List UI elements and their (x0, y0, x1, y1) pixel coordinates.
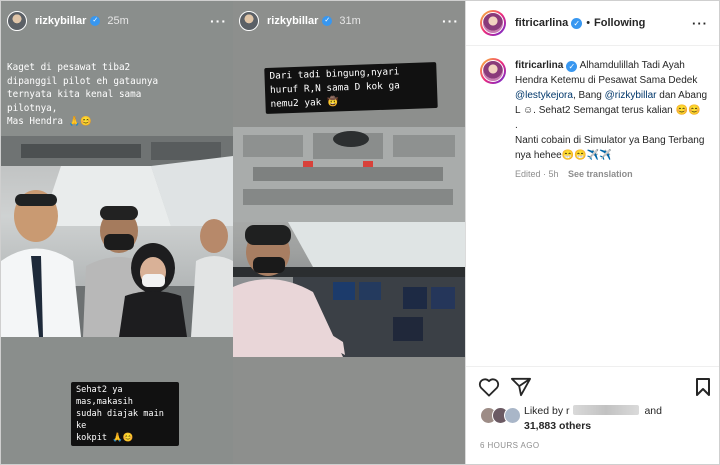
instagram-composite: rizkybillar ✓ 25m ··· Kaget di pesawat t… (0, 0, 720, 465)
cockpit-pilot-seat-photo (233, 127, 465, 357)
comment-text: Nanti cobain di Simulator ya Bang Terban… (515, 135, 705, 161)
liker-avatar (504, 407, 521, 424)
comment-text: . (515, 120, 518, 131)
story-right[interactable]: rizkybillar ✓ 31m ··· Dari tadi bingung,… (233, 1, 465, 464)
comment-text: , Bang (572, 90, 602, 101)
verified-badge-icon: ✓ (90, 16, 101, 26)
story-avatar[interactable] (239, 11, 259, 31)
comment-username[interactable]: fitricarlina (515, 60, 563, 71)
avatar-image (482, 12, 504, 34)
see-translation-link[interactable]: See translation (568, 169, 633, 179)
more-options-icon[interactable]: ··· (692, 16, 708, 31)
post-panel: fitricarlina ✓ • Following ··· fitricarl… (465, 1, 719, 464)
story-username[interactable]: rizkybillar (35, 15, 86, 27)
story-time: 31m (339, 15, 361, 27)
avatar-image (482, 60, 504, 82)
liked-by-label: Liked by (524, 405, 564, 417)
cockpit-photo-illustration (1, 136, 233, 337)
more-options-icon[interactable]: ··· (442, 13, 459, 29)
cockpit-panel-illustration (233, 127, 465, 357)
cockpit-selfie-photo (1, 136, 233, 337)
blurred-username (572, 405, 639, 415)
edited-timestamp: Edited · 5h (515, 169, 559, 179)
story-left[interactable]: rizkybillar ✓ 25m ··· Kaget di pesawat t… (1, 1, 233, 464)
more-options-icon[interactable]: ··· (210, 13, 227, 29)
action-bar (466, 366, 719, 407)
like-heart-icon[interactable] (478, 377, 500, 402)
comment-avatar[interactable] (480, 58, 506, 84)
save-bookmark-icon[interactable] (695, 377, 711, 402)
story-avatar[interactable] (7, 11, 27, 31)
comment-meta: Edited · 5h See translation (515, 167, 711, 182)
others-count[interactable]: 31,883 others (524, 420, 591, 432)
post-time-ago: 6 HOURS AGO (480, 441, 540, 450)
post-username[interactable]: fitricarlina (515, 17, 568, 29)
verified-badge-icon: ✓ (566, 61, 578, 72)
comment-body: fitricarlina ✓ Alhamdulillah Tadi Ayah He… (515, 58, 711, 182)
post-header: fitricarlina ✓ • Following ··· (466, 1, 719, 46)
profile-avatar[interactable] (480, 10, 506, 36)
following-button[interactable]: Following (594, 17, 645, 29)
story-time: 25m (107, 15, 129, 27)
mention-link[interactable]: @lestykejora (515, 90, 573, 101)
mention-link[interactable]: @rizkybillar (605, 90, 657, 101)
liker-avatars[interactable] (480, 404, 524, 426)
verified-badge-icon: ✓ (571, 17, 583, 29)
dot-separator: • (586, 17, 591, 29)
story-caption: Dari tadi bingung,nyari huruf R,N sama D… (264, 62, 438, 114)
liked-by-text[interactable]: Liked by r and 31,883 others (524, 404, 662, 434)
verified-badge-icon: ✓ (322, 16, 333, 26)
story-bottom-caption: Sehat2 ya mas,makasih sudah diajak main … (71, 382, 179, 446)
story-caption: Kaget di pesawat tiba2 dipanggil pilot e… (7, 62, 159, 127)
story-header: rizkybillar ✓ 31m ··· (239, 10, 459, 32)
likes-summary: Liked by r and 31,883 others (480, 404, 712, 434)
caption-comment: fitricarlina ✓ Alhamdulillah Tadi Ayah He… (480, 58, 712, 182)
liker-name[interactable]: r (566, 405, 570, 417)
share-paper-plane-icon[interactable] (510, 377, 532, 402)
story-header: rizkybillar ✓ 25m ··· (7, 10, 227, 32)
story-username[interactable]: rizkybillar (267, 15, 318, 27)
and-label: and (644, 405, 662, 417)
